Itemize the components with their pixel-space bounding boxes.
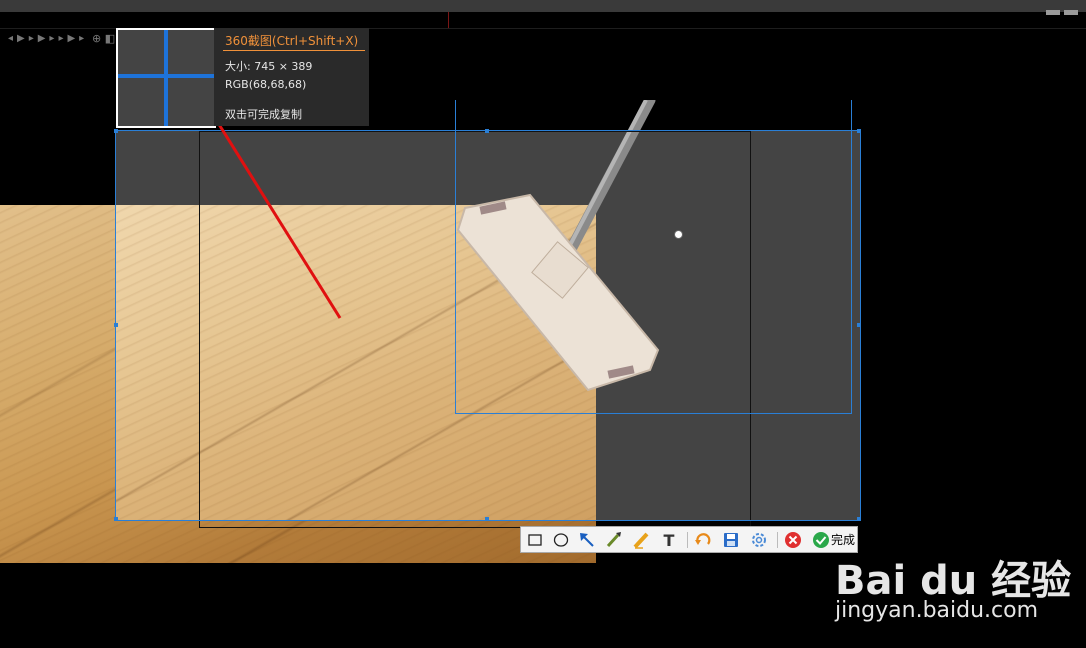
info-size: 大小: 745 × 389 xyxy=(225,60,313,73)
toolbar-separator xyxy=(777,532,778,548)
crosshair-vertical xyxy=(164,30,168,126)
resize-handle-top[interactable] xyxy=(485,129,489,133)
done-button[interactable]: 完成 xyxy=(831,531,855,548)
rectangle-tool-icon[interactable] xyxy=(525,530,545,550)
magnifier-preview xyxy=(116,28,216,128)
top-bar xyxy=(0,0,1086,12)
ellipse-tool-icon[interactable] xyxy=(551,530,571,550)
resize-handle-bottom-right[interactable] xyxy=(857,517,861,521)
brush-tool-icon[interactable] xyxy=(603,530,623,550)
resize-handle-top-left[interactable] xyxy=(114,129,118,133)
done-check-icon[interactable] xyxy=(811,530,831,550)
transport-controls[interactable]: ◂▶▸▶▸▸▶▸ xyxy=(8,33,88,44)
info-title: 360截图(Ctrl+Shift+X) xyxy=(225,34,359,48)
resize-handle-top-right[interactable] xyxy=(857,129,861,133)
undo-icon[interactable] xyxy=(693,530,713,550)
info-title-underline xyxy=(223,50,365,51)
toolbar-separator xyxy=(687,532,688,548)
capture-info-panel: 360截图(Ctrl+Shift+X) 大小: 745 × 389 RGB(68… xyxy=(214,28,369,126)
text-tool-icon[interactable]: T xyxy=(659,530,679,550)
window-controls[interactable] xyxy=(1042,0,1082,15)
save-icon[interactable] xyxy=(721,530,741,550)
watermark-url: jingyan.baidu.com xyxy=(835,598,1039,623)
resize-handle-right[interactable] xyxy=(857,323,861,327)
resize-handle-bottom-left[interactable] xyxy=(114,517,118,521)
mouse-cursor xyxy=(674,230,683,239)
highlighter-tool-icon[interactable] xyxy=(631,530,651,550)
resize-handle-left[interactable] xyxy=(114,323,118,327)
settings-icon[interactable] xyxy=(749,530,769,550)
info-hint: 双击可完成复制 xyxy=(225,108,302,121)
arrow-tool-icon[interactable] xyxy=(577,530,597,550)
capture-toolbar: T 完成 xyxy=(520,526,858,553)
playhead-marker xyxy=(448,12,449,28)
transport-extra-icon[interactable]: ⊕ ◧ xyxy=(92,32,115,45)
info-rgb: RGB(68,68,68) xyxy=(225,78,307,91)
resize-handle-bottom[interactable] xyxy=(485,517,489,521)
cancel-icon[interactable] xyxy=(783,530,803,550)
